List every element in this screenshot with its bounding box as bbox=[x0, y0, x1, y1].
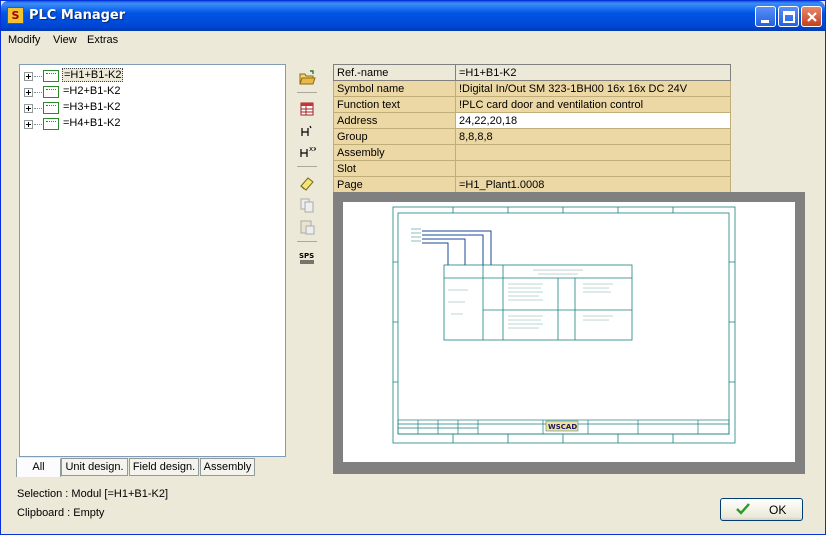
address-input[interactable]: 24,22,20,18 bbox=[455, 112, 731, 129]
table-icon[interactable] bbox=[298, 100, 316, 118]
table-row[interactable]: Assembly bbox=[333, 144, 731, 161]
minimize-button[interactable] bbox=[755, 6, 776, 27]
tree-item-label[interactable]: =H1+B1-K2 bbox=[62, 68, 124, 82]
eraser-icon[interactable] bbox=[298, 174, 316, 192]
table-row[interactable]: Function text !PLC card door and ventila… bbox=[333, 96, 731, 113]
sps-icon[interactable]: SPS bbox=[298, 249, 316, 267]
property-key: Address bbox=[333, 112, 456, 129]
app-icon: S bbox=[7, 7, 24, 24]
tab-assembly[interactable]: Assembly bbox=[200, 458, 255, 476]
property-value: =H1+B1-K2 bbox=[455, 64, 731, 81]
table-header-row: Ref.-name =H1+B1-K2 bbox=[333, 64, 731, 81]
property-value[interactable] bbox=[455, 144, 731, 161]
tab-unit-design[interactable]: Unit design. bbox=[61, 458, 128, 476]
property-value[interactable]: !Digital In/Out SM 323-1BH00 16x 16x DC … bbox=[455, 80, 731, 97]
schematic-drawing: WSCAD bbox=[392, 206, 736, 444]
table-row[interactable]: Slot bbox=[333, 160, 731, 177]
close-button[interactable] bbox=[801, 6, 822, 27]
schematic-preview: WSCAD bbox=[343, 202, 795, 462]
selection-status: Selection : Modul [=H1+B1-K2] bbox=[17, 488, 169, 500]
tab-field-design[interactable]: Field design. bbox=[129, 458, 199, 476]
expand-icon[interactable] bbox=[24, 120, 33, 129]
property-key: Ref.-name bbox=[333, 64, 456, 81]
table-row[interactable]: Symbol name !Digital In/Out SM 323-1BH00… bbox=[333, 80, 731, 97]
tab-all[interactable]: All bbox=[16, 458, 61, 477]
plc-module-icon bbox=[43, 118, 59, 130]
svg-text:xx: xx bbox=[309, 145, 316, 153]
svg-text:SPS: SPS bbox=[299, 252, 314, 260]
table-row[interactable]: Group 8,8,8,8 bbox=[333, 128, 731, 145]
expand-icon[interactable] bbox=[24, 72, 33, 81]
expand-icon[interactable] bbox=[24, 88, 33, 97]
property-value[interactable] bbox=[455, 160, 731, 177]
plc-module-icon bbox=[43, 70, 59, 82]
menu-view[interactable]: View bbox=[53, 34, 77, 46]
ok-button[interactable]: OK bbox=[720, 498, 803, 521]
property-key: Symbol name bbox=[333, 80, 456, 97]
tree-item-label[interactable]: =H2+B1-K2 bbox=[62, 85, 121, 97]
tree-item-label[interactable]: =H3+B1-K2 bbox=[62, 101, 121, 113]
property-key: Page bbox=[333, 176, 456, 193]
plc-module-icon bbox=[43, 86, 59, 98]
property-value[interactable]: 8,8,8,8 bbox=[455, 128, 731, 145]
property-key: Slot bbox=[333, 160, 456, 177]
clipboard-status: Clipboard : Empty bbox=[17, 507, 105, 519]
symbol-icon[interactable] bbox=[298, 122, 316, 140]
tree-item[interactable]: =H1+B1-K2 bbox=[24, 68, 224, 84]
copy-icon[interactable] bbox=[298, 196, 316, 214]
title-bar[interactable]: S PLC Manager bbox=[1, 1, 825, 31]
table-row[interactable]: Page =H1_Plant1.0008 bbox=[333, 176, 731, 193]
minimize-icon bbox=[761, 20, 769, 23]
property-value[interactable]: =H1_Plant1.0008 bbox=[455, 176, 731, 193]
menu-modify[interactable]: Modify bbox=[8, 34, 40, 46]
plc-manager-window: S PLC Manager Modify View Extras =H1+B1-… bbox=[0, 0, 826, 535]
maximize-icon bbox=[783, 11, 795, 23]
tree-item[interactable]: =H2+B1-K2 bbox=[24, 84, 224, 100]
property-key: Assembly bbox=[333, 144, 456, 161]
property-value[interactable]: !PLC card door and ventilation control bbox=[455, 96, 731, 113]
symbol-plus-icon[interactable]: xx bbox=[298, 143, 316, 161]
tree-item[interactable]: =H4+B1-K2 bbox=[24, 116, 224, 132]
property-key: Function text bbox=[333, 96, 456, 113]
tree-item[interactable]: =H3+B1-K2 bbox=[24, 100, 224, 116]
window-title: PLC Manager bbox=[29, 8, 126, 23]
open-folder-icon[interactable] bbox=[298, 69, 316, 87]
paste-icon[interactable] bbox=[298, 218, 316, 236]
table-row[interactable]: Address 24,22,20,18 bbox=[333, 112, 731, 129]
tree-item-label[interactable]: =H4+B1-K2 bbox=[62, 117, 121, 129]
property-key: Group bbox=[333, 128, 456, 145]
close-icon bbox=[807, 12, 817, 22]
maximize-button[interactable] bbox=[778, 6, 799, 27]
tree-view[interactable]: =H1+B1-K2 =H2+B1-K2 =H3+B1-K2 =H4+B1-K2 bbox=[19, 64, 286, 457]
ok-button-label: OK bbox=[769, 503, 787, 517]
menu-extras[interactable]: Extras bbox=[87, 34, 118, 46]
expand-icon[interactable] bbox=[24, 104, 33, 113]
checkmark-icon bbox=[736, 503, 750, 515]
properties-table: Ref.-name =H1+B1-K2 Symbol name !Digital… bbox=[333, 64, 731, 193]
menu-bar: Modify View Extras bbox=[1, 31, 825, 51]
svg-text:WSCAD: WSCAD bbox=[548, 423, 577, 431]
plc-module-icon bbox=[43, 102, 59, 114]
